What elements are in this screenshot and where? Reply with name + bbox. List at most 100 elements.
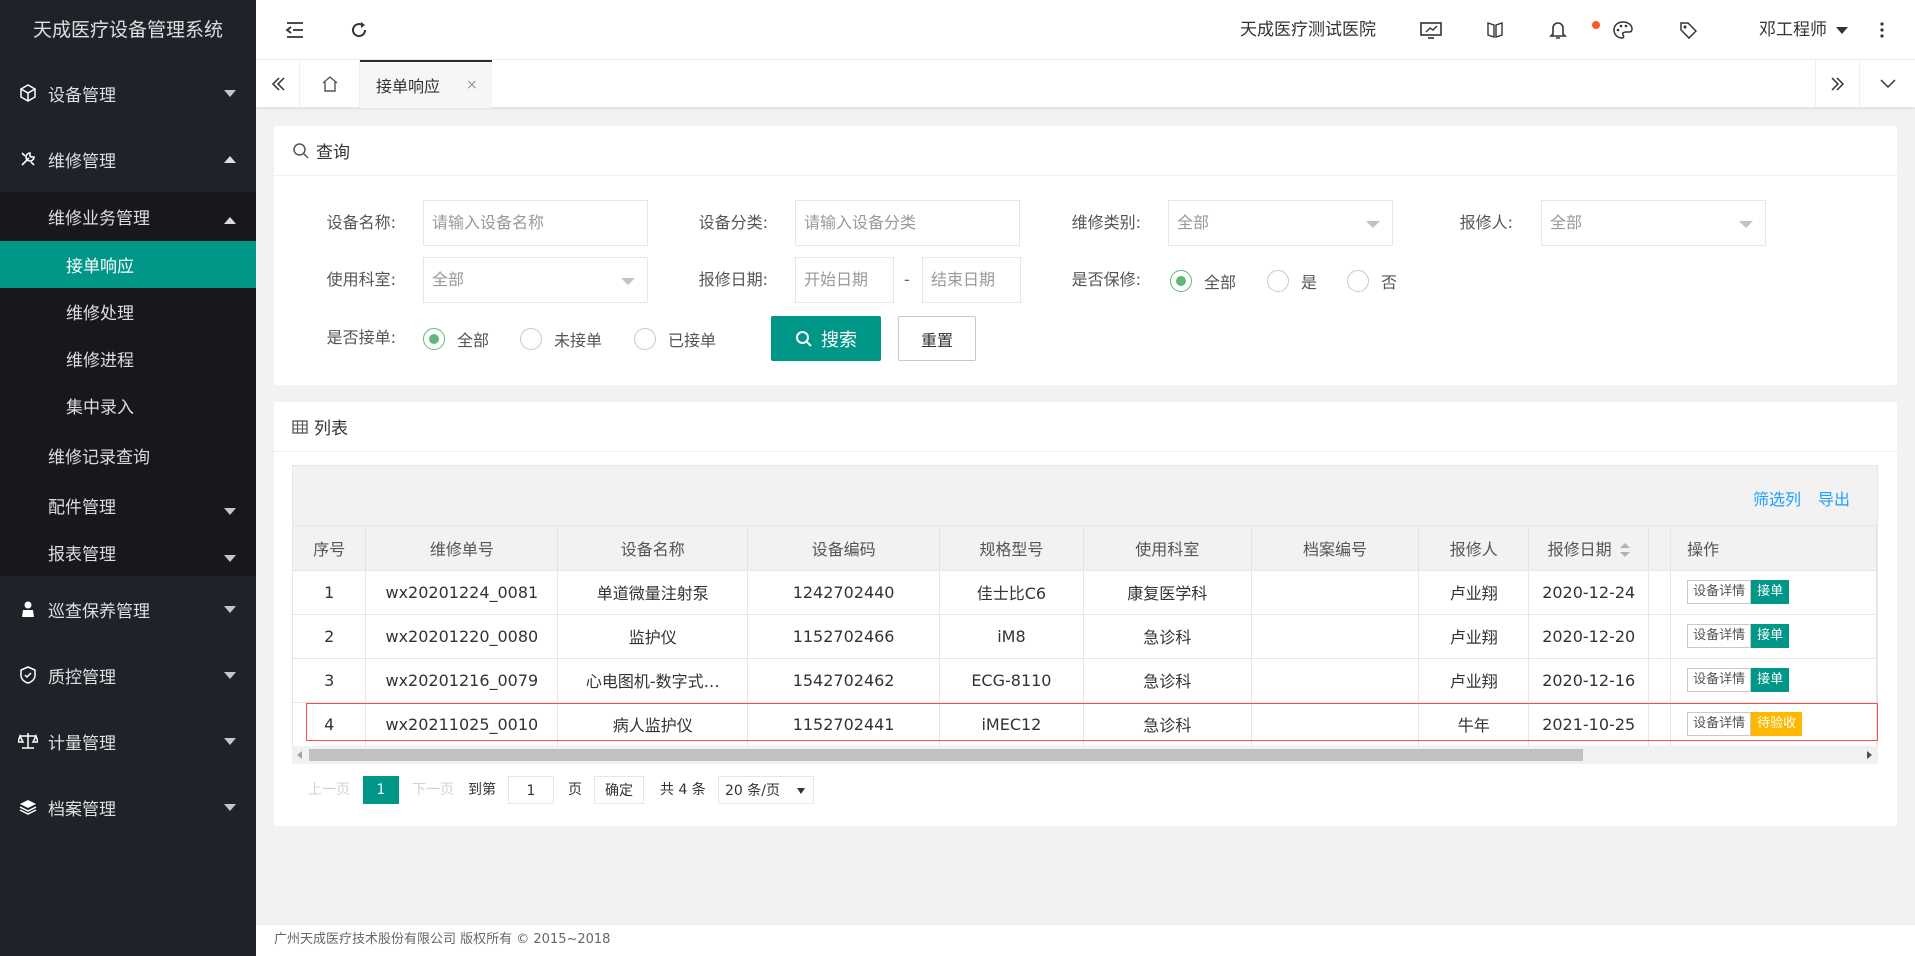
tab-scroll-left-icon[interactable] (256, 60, 300, 108)
tag-icon[interactable] (1677, 0, 1699, 60)
search-button-label: 搜索 (821, 329, 857, 351)
start-date-input[interactable]: 开始日期 (795, 257, 894, 303)
next-page-button[interactable]: 下一页 (412, 776, 454, 804)
refresh-icon[interactable] (344, 0, 374, 60)
horizontal-scrollbar[interactable] (292, 746, 1878, 764)
repair-type-value: 全部 (1177, 213, 1210, 232)
prev-page-button[interactable]: 上一页 (308, 776, 350, 804)
nav-reports[interactable]: 报表管理 (0, 529, 256, 576)
nav-central[interactable]: 集中录入 (0, 382, 256, 429)
accepted-not-label: 未接单 (554, 331, 603, 350)
warranty-radio-yes[interactable]: 是 (1267, 266, 1317, 296)
dept-select[interactable]: 全部 (423, 257, 648, 303)
scroll-right-arrow-icon[interactable] (1867, 751, 1872, 759)
confirm-page-button[interactable]: 确定 (594, 776, 644, 804)
repair-type-select[interactable]: 全部 (1168, 200, 1393, 246)
query-card: 查询 (274, 126, 1897, 385)
chevron-down-icon (621, 278, 635, 285)
more-vertical-icon[interactable] (1872, 0, 1892, 60)
warranty-radio-no[interactable]: 否 (1347, 266, 1397, 296)
chevron-down-icon (224, 507, 236, 515)
nav-metering[interactable]: 计量管理 (0, 708, 256, 774)
reporter-select[interactable]: 全部 (1541, 200, 1766, 246)
cell-order: wx20211025_0010 (365, 702, 559, 747)
nav-process[interactable]: 维修处理 (0, 288, 256, 335)
tab-scroll-right-icon[interactable] (1815, 60, 1859, 108)
user-name: 邓工程师 (1759, 20, 1827, 40)
device-name-input[interactable]: 请输入设备名称 (423, 200, 648, 246)
search-button[interactable]: 搜索 (771, 316, 881, 361)
close-icon[interactable]: × (466, 77, 478, 93)
sort-icon[interactable] (1619, 543, 1630, 558)
warranty-radio-all[interactable]: 全部 (1170, 266, 1236, 296)
user-menu[interactable]: 邓工程师 (1759, 0, 1849, 60)
tab-bar: 接单响应 × (256, 60, 1915, 108)
pending-acceptance-button[interactable]: 待验收 (1751, 712, 1803, 736)
nav-parts[interactable]: 配件管理 (0, 482, 256, 529)
nav-records[interactable]: 维修记录查询 (0, 429, 256, 482)
reset-button[interactable]: 重置 (898, 316, 976, 361)
nav-archive[interactable]: 档案管理 (0, 774, 256, 840)
nav-reports-label: 报表管理 (48, 545, 116, 565)
cell-name: 监护仪 (557, 614, 749, 659)
cell-name: 病人监护仪 (557, 702, 749, 747)
nav-inspection[interactable]: 巡查保养管理 (0, 576, 256, 642)
accept-order-button[interactable]: 接单 (1751, 624, 1790, 648)
device-detail-button[interactable]: 设备详情 (1687, 668, 1752, 692)
accept-order-button[interactable]: 接单 (1751, 580, 1790, 604)
report-date-label: 报修日期: (698, 270, 768, 289)
nav-repair[interactable]: 维修管理 (0, 126, 256, 192)
reporter-value: 全部 (1550, 213, 1583, 232)
caret-down-icon (797, 788, 805, 794)
nav-equipment[interactable]: 设备管理 (0, 60, 256, 126)
nav-quality[interactable]: 质控管理 (0, 642, 256, 708)
cell-spacer (1648, 614, 1672, 659)
device-category-input[interactable]: 请输入设备分类 (795, 200, 1020, 246)
page-1-button[interactable]: 1 (363, 776, 399, 804)
table-row-highlighted: 4 wx20211025_0010 病人监护仪 1152702441 iMEC1… (293, 702, 1877, 747)
warranty-label: 是否保修: (1071, 270, 1141, 289)
home-icon[interactable] (300, 60, 360, 108)
cell-dept: 急诊科 (1083, 702, 1252, 747)
hospital-name[interactable]: 天成医疗测试医院 (1240, 0, 1376, 60)
cube-icon (18, 83, 38, 103)
cell-name: 单道微量注射泵 (557, 570, 749, 615)
table-row: 1 wx20201224_0081 单道微量注射泵 1242702440 佳士比… (293, 570, 1877, 615)
page-number-input[interactable]: 1 (508, 776, 554, 804)
accepted-done-label: 已接单 (668, 331, 717, 350)
book-icon[interactable] (1484, 0, 1506, 60)
page-size-select[interactable]: 20 条/页 (718, 776, 814, 804)
caret-down-icon (1836, 26, 1849, 34)
nav-progress[interactable]: 维修进程 (0, 335, 256, 382)
device-detail-button[interactable]: 设备详情 (1687, 580, 1752, 604)
accept-order-button[interactable]: 接单 (1751, 668, 1790, 692)
cell-file (1251, 658, 1420, 703)
scrollbar-thumb[interactable] (309, 749, 1583, 761)
tab-options-chevron-down-icon[interactable] (1859, 60, 1915, 108)
scroll-left-arrow-icon[interactable] (297, 751, 302, 759)
end-date-input[interactable]: 结束日期 (922, 257, 1021, 303)
cell-spacer (1648, 570, 1672, 615)
footer: 广州天成医疗技术股份有限公司 版权所有 © 2015~2018 (256, 924, 1915, 956)
accepted-radio-not[interactable]: 未接单 (520, 324, 602, 354)
monitor-icon[interactable] (1418, 0, 1444, 60)
accepted-radio-done[interactable]: 已接单 (634, 324, 716, 354)
filter-columns-link[interactable]: 筛选列 (1753, 486, 1801, 510)
tab-accept[interactable]: 接单响应 × (360, 60, 492, 108)
col-date[interactable]: 报修日期 (1528, 526, 1650, 571)
app-logo-title: 天成医疗设备管理系统 (0, 0, 256, 60)
device-detail-button[interactable]: 设备详情 (1687, 712, 1752, 736)
bell-icon[interactable] (1547, 0, 1569, 60)
palette-icon[interactable] (1611, 0, 1635, 60)
chevron-down-icon (1366, 221, 1380, 228)
export-link[interactable]: 导出 (1818, 486, 1850, 510)
list-title: 列表 (314, 419, 348, 439)
nav-accept[interactable]: 接单响应 (0, 241, 256, 288)
nav-equipment-label: 设备管理 (48, 85, 116, 106)
cell-date: 2020-12-24 (1528, 570, 1650, 615)
device-detail-button[interactable]: 设备详情 (1687, 624, 1752, 648)
cell-spacer (1648, 658, 1672, 703)
menu-toggle-icon[interactable] (280, 0, 310, 60)
nav-repair-biz[interactable]: 维修业务管理 (0, 192, 256, 241)
accepted-radio-all[interactable]: 全部 (423, 324, 489, 354)
